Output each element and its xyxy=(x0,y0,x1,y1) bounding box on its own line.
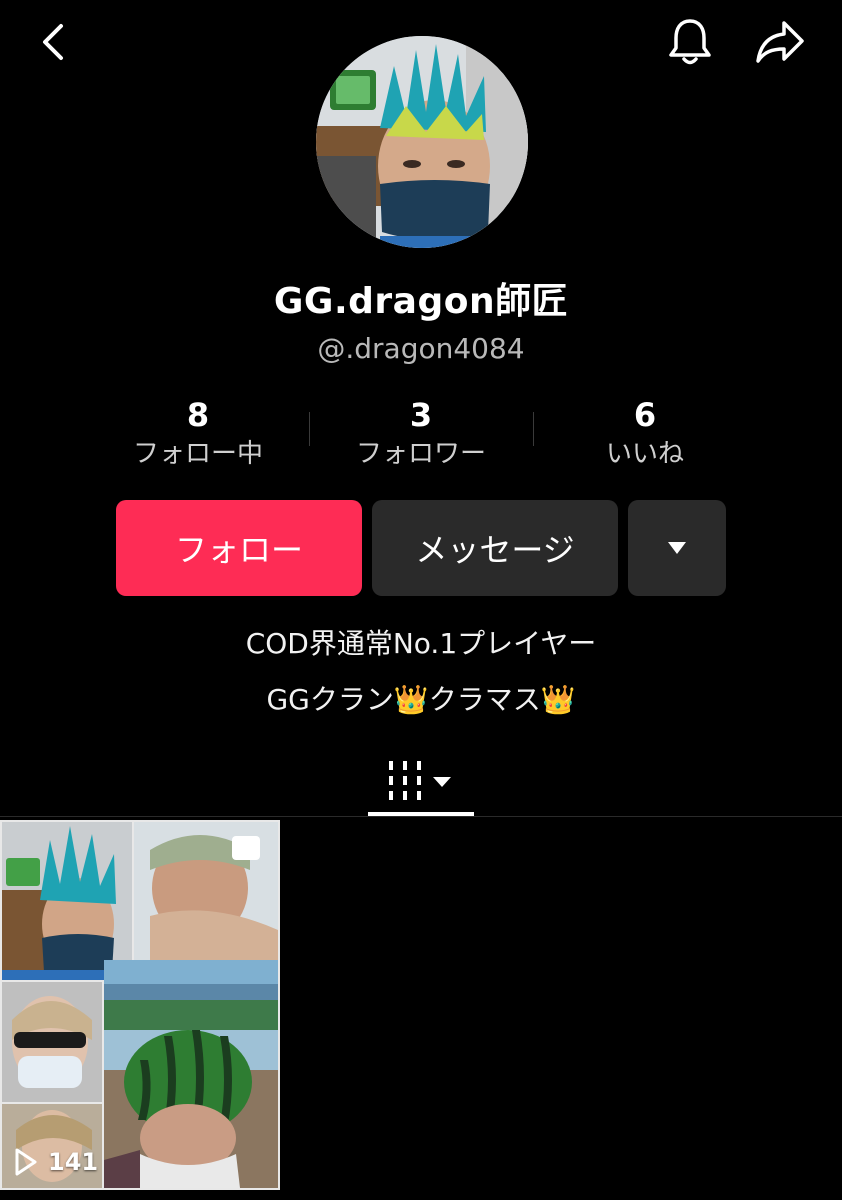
stat-following[interactable]: 8 フォロー中 xyxy=(88,396,308,472)
caret-down-icon xyxy=(668,542,686,554)
play-icon xyxy=(15,1148,37,1176)
video-thumbnail[interactable] xyxy=(0,820,280,1190)
following-count: 8 xyxy=(186,396,210,434)
share-arrow-icon xyxy=(756,21,804,63)
tab-videos[interactable] xyxy=(368,748,474,814)
stat-divider xyxy=(309,412,310,446)
avatar[interactable] xyxy=(316,36,528,248)
bell-icon xyxy=(669,19,711,65)
back-button[interactable] xyxy=(22,12,82,72)
avatar-photo xyxy=(316,36,528,248)
username: @.dragon4084 xyxy=(317,332,525,365)
grid-icon xyxy=(389,761,451,800)
display-name: GG.dragon師匠 xyxy=(273,281,569,322)
chevron-left-icon xyxy=(43,24,63,60)
following-label: フォロー中 xyxy=(132,439,263,469)
more-options-button[interactable] xyxy=(628,500,726,596)
bio-line: GGクラン👑クラマス👑 xyxy=(266,683,576,716)
message-button[interactable]: メッセージ xyxy=(372,500,618,596)
video-collage-image xyxy=(0,820,280,1190)
stat-followers[interactable]: 3 フォロワー xyxy=(311,396,531,472)
divider xyxy=(0,816,842,817)
video-play-count: 141 xyxy=(14,1148,98,1176)
likes-label: いいね xyxy=(605,439,684,469)
stat-likes[interactable]: 6 いいね xyxy=(535,396,755,472)
stat-divider xyxy=(533,412,534,446)
followers-count: 3 xyxy=(409,396,433,434)
followers-label: フォロワー xyxy=(355,439,486,469)
likes-count: 6 xyxy=(633,396,657,434)
share-button[interactable] xyxy=(748,12,812,72)
bio-line: COD界通常No.1プレイヤー xyxy=(245,627,597,660)
notification-bell-button[interactable] xyxy=(658,10,722,74)
follow-button[interactable]: フォロー xyxy=(116,500,362,596)
play-count-value: 141 xyxy=(48,1148,99,1176)
